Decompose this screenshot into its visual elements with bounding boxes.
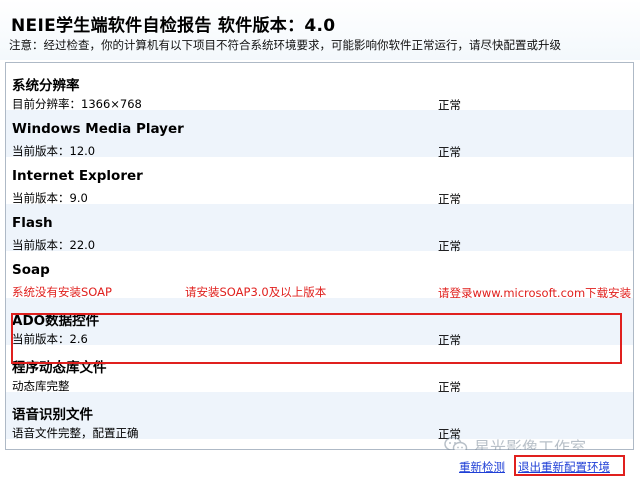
check-results-panel: 系统分辨率 目前分辨率：1366×768 正常 Windows Media Pl… [5, 62, 634, 450]
item-title: Windows Media Player [12, 121, 184, 137]
check-item-internet-explorer: Internet Explorer 当前版本：9.0 正常 [6, 157, 633, 206]
check-item-ado: ADO数据控件 当前版本：2.6 正常 [6, 298, 633, 347]
item-title: 系统分辨率 [12, 78, 80, 94]
item-title: ADO数据控件 [12, 313, 100, 329]
check-item-soap: Soap 系统没有安装SOAP 请安装SOAP3.0及以上版本 请登录www.m… [6, 251, 633, 300]
recheck-link[interactable]: 重新检测 [459, 459, 505, 475]
item-title: 程序动态库文件 [12, 360, 107, 376]
footer-bar: 重新检测 退出重新配置环境 [0, 450, 640, 478]
item-title: Soap [12, 262, 50, 278]
report-title: NEIE学生端软件自检报告 软件版本：4.0 [11, 16, 336, 36]
check-item-speech: 语音识别文件 语音文件完整，配置正确 正常 [6, 392, 633, 441]
item-detail: 语音文件完整，配置正确 [12, 426, 139, 440]
check-item-resolution: 系统分辨率 目前分辨率：1366×768 正常 [6, 63, 633, 112]
report-notice: 注意：经过检查，你的计算机有以下项目不符合系统环境要求，可能影响你软件正常运行，… [9, 38, 561, 52]
check-item-media-player: Windows Media Player 当前版本：12.0 正常 [6, 110, 633, 159]
report-header: NEIE学生端软件自检报告 软件版本：4.0 注意：经过检查，你的计算机有以下项… [0, 0, 640, 60]
item-status: 正常 [438, 427, 461, 441]
exit-reconfigure-link[interactable]: 退出重新配置环境 [518, 459, 610, 475]
item-title: 语音识别文件 [12, 407, 93, 423]
item-title: Internet Explorer [12, 168, 143, 184]
check-item-dll: 程序动态库文件 动态库完整 正常 [6, 345, 633, 394]
check-item-flash: Flash 当前版本：22.0 正常 [6, 204, 633, 253]
item-title: Flash [12, 215, 53, 231]
